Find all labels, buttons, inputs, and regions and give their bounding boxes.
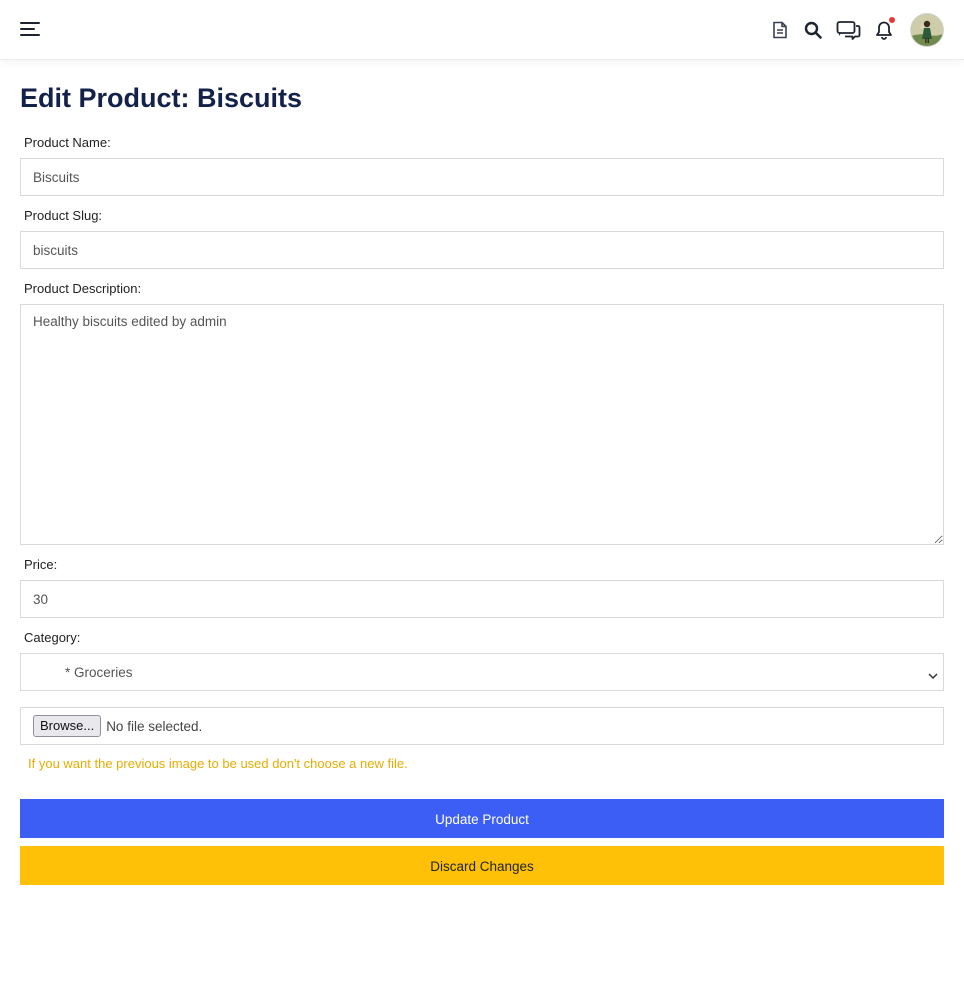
category-select-wrapper: * Groceries bbox=[20, 653, 944, 691]
notification-badge bbox=[889, 17, 895, 23]
price-label: Price: bbox=[24, 557, 58, 572]
browse-button[interactable]: Browse... bbox=[33, 715, 102, 737]
discard-changes-button[interactable]: Discard Changes bbox=[20, 846, 944, 885]
document-icon[interactable] bbox=[772, 21, 788, 39]
chat-icon[interactable] bbox=[836, 20, 861, 40]
product-description-label: Product Description: bbox=[24, 281, 142, 296]
bell-icon[interactable] bbox=[875, 17, 895, 40]
top-navbar bbox=[0, 0, 964, 60]
file-status-text: No file selected. bbox=[106, 718, 203, 734]
chevron-down-icon bbox=[928, 667, 938, 685]
product-name-input[interactable] bbox=[20, 158, 944, 196]
search-icon[interactable] bbox=[804, 21, 822, 39]
top-icons-group bbox=[772, 13, 944, 47]
image-file-input[interactable]: Browse... No file selected. bbox=[20, 707, 944, 745]
product-description-textarea[interactable]: Healthy biscuits edited by admin bbox=[20, 304, 944, 545]
category-selected-value: * Groceries bbox=[65, 664, 133, 680]
product-name-label: Product Name: bbox=[24, 135, 111, 150]
product-slug-input[interactable] bbox=[20, 231, 944, 269]
category-label: Category: bbox=[24, 630, 81, 645]
product-slug-label: Product Slug: bbox=[24, 208, 103, 223]
page-title: Edit Product: Biscuits bbox=[20, 83, 303, 113]
image-hint-text: If you want the previous image to be use… bbox=[28, 756, 408, 771]
update-product-button[interactable]: Update Product bbox=[20, 799, 944, 838]
avatar[interactable] bbox=[910, 13, 944, 47]
menu-icon[interactable] bbox=[20, 22, 40, 38]
price-input[interactable] bbox=[20, 580, 944, 618]
category-select[interactable]: * Groceries bbox=[20, 653, 944, 691]
main-content: Edit Product: Biscuits Product Name: Pro… bbox=[0, 60, 964, 885]
